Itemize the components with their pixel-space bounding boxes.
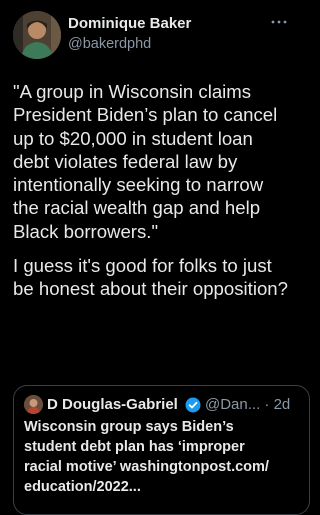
quoted-author-avatar bbox=[24, 395, 43, 414]
quoted-text-line: racial motive’ washingtonpost.com/ bbox=[24, 459, 269, 475]
tweet-paragraph-quote: "A group in Wisconsin claims President B… bbox=[13, 81, 278, 242]
quoted-text-line: education/2022... bbox=[24, 479, 141, 495]
tweet-header: Dominique Baker @bakerdphd bbox=[13, 11, 287, 61]
quoted-text-line: Wisconsin group says Biden’s bbox=[24, 419, 234, 435]
more-options-icon[interactable] bbox=[271, 19, 287, 25]
quoted-tweet-card[interactable]: D Douglas-Gabriel @Dan... · 2d Wisconsin… bbox=[13, 385, 310, 515]
author-display-name[interactable]: Dominique Baker bbox=[68, 14, 191, 34]
author-handle[interactable]: @bakerdphd bbox=[68, 34, 191, 54]
quoted-text-line: student debt plan has ‘improper bbox=[24, 439, 245, 455]
tweet-paragraph-comment: I guess it's good for folks to just be h… bbox=[13, 255, 288, 300]
quoted-author-name: D Douglas-Gabriel bbox=[47, 396, 178, 413]
verified-badge-icon bbox=[185, 397, 201, 413]
author-avatar[interactable] bbox=[13, 11, 61, 59]
quoted-tweet-header: D Douglas-Gabriel @Dan... · 2d bbox=[24, 395, 294, 415]
quoted-tweet-text: Wisconsin group says Biden’s student deb… bbox=[24, 417, 304, 497]
tweet-text: "A group in Wisconsin claims President B… bbox=[13, 80, 291, 312]
quoted-handle-and-time: @Dan... · 2d bbox=[205, 396, 291, 413]
